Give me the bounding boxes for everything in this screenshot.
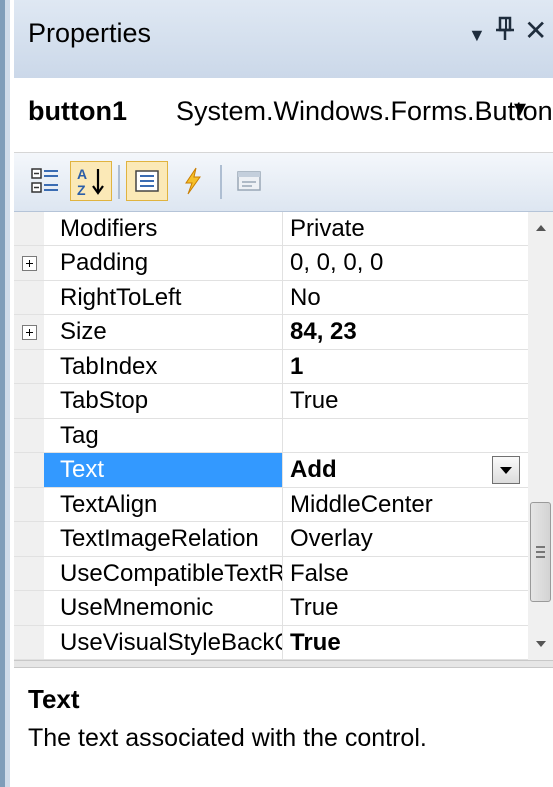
value-dropdown-button[interactable]: [492, 456, 520, 485]
events-icon: [185, 167, 201, 195]
property-name: TabStop: [60, 387, 149, 415]
property-row-modifiers[interactable]: Modifiers Private: [14, 212, 528, 247]
property-row-righttoleft[interactable]: RightToLeft No: [14, 280, 528, 316]
toolbar-separator: [220, 165, 222, 199]
property-value[interactable]: MiddleCenter: [286, 488, 528, 521]
property-value[interactable]: [286, 419, 528, 452]
property-name: Padding: [60, 249, 149, 277]
properties-toolbar: A Z: [14, 153, 553, 212]
property-name: Size: [60, 318, 107, 346]
svg-text:Z: Z: [77, 182, 86, 197]
property-name: UseMnemonic: [60, 594, 214, 622]
property-row-size[interactable]: Size 84, 23: [14, 315, 528, 350]
title-bar: Properties ▼ ✕: [14, 0, 553, 79]
property-name: TextAlign: [60, 490, 158, 518]
property-value[interactable]: True: [286, 384, 528, 417]
property-name: UseVisualStyleBackCo: [60, 628, 282, 656]
property-value[interactable]: 0, 0, 0, 0: [286, 246, 528, 279]
object-type: System.Windows.Forms.Button: [176, 96, 553, 126]
window-position-dropdown-icon[interactable]: ▼: [468, 18, 486, 52]
description-pane: Text The text associated with the contro…: [14, 668, 553, 787]
property-row-padding[interactable]: Padding 0, 0, 0, 0: [14, 246, 528, 281]
property-pages-icon: [237, 171, 261, 191]
property-name: Text: [44, 453, 282, 487]
property-row-usecompatibletextrendering[interactable]: UseCompatibleTextR False: [14, 556, 528, 592]
object-selector[interactable]: button1 System.Windows.Forms.Button ▾: [14, 78, 553, 153]
events-button[interactable]: [172, 161, 214, 201]
property-pages-button[interactable]: [228, 161, 270, 201]
property-row-text[interactable]: Text Add: [14, 453, 528, 488]
property-value[interactable]: Overlay: [286, 522, 528, 555]
alphabetical-button[interactable]: A Z: [70, 161, 112, 201]
property-row-usemnemonic[interactable]: UseMnemonic True: [14, 591, 528, 626]
property-grid-scrollbar[interactable]: [528, 212, 553, 660]
property-value[interactable]: 1: [286, 350, 528, 383]
property-value[interactable]: True: [286, 591, 528, 624]
object-selector-dropdown-icon[interactable]: ▾: [514, 94, 526, 123]
scroll-thumb[interactable]: [530, 502, 551, 602]
chevron-down-icon: [500, 467, 512, 475]
toolbar-separator: [118, 165, 120, 199]
property-row-usevisualstylebackco[interactable]: UseVisualStyleBackCo True: [14, 625, 528, 660]
auto-hide-pin-icon[interactable]: [494, 14, 516, 50]
scroll-down-arrow-icon[interactable]: [532, 634, 549, 654]
description-splitter[interactable]: [14, 660, 553, 668]
panel-title: Properties: [28, 18, 152, 48]
expand-icon[interactable]: [22, 325, 37, 341]
properties-window: Properties ▼ ✕ button1 System.Windows.Fo…: [0, 0, 553, 787]
description-title: Text: [28, 684, 80, 714]
property-value[interactable]: Private: [286, 212, 528, 245]
property-name: UseCompatibleTextR: [60, 559, 282, 587]
property-value[interactable]: True: [286, 626, 528, 659]
property-row-textalign[interactable]: TextAlign MiddleCenter: [14, 487, 528, 523]
property-row-tabindex[interactable]: TabIndex 1: [14, 349, 528, 385]
categorized-icon: [31, 168, 58, 193]
property-value[interactable]: 84, 23: [286, 315, 528, 348]
alphabetical-icon: A Z: [77, 166, 104, 197]
properties-button[interactable]: [126, 161, 168, 201]
close-icon[interactable]: ✕: [524, 14, 547, 48]
property-name: Tag: [60, 421, 99, 449]
description-text: The text associated with the control.: [28, 724, 427, 752]
window-border-inner: [5, 0, 10, 787]
object-name: button1: [28, 96, 127, 126]
properties-icon: [135, 170, 159, 192]
property-name: RightToLeft: [60, 283, 182, 311]
property-row-tag[interactable]: Tag: [14, 418, 528, 454]
property-row-tabstop[interactable]: TabStop True: [14, 384, 528, 419]
property-value[interactable]: No: [286, 281, 528, 314]
property-name: TabIndex: [60, 352, 158, 380]
categorized-button[interactable]: [24, 161, 66, 201]
property-grid: Modifiers Private Padding 0, 0, 0, 0 Rig…: [14, 212, 528, 660]
property-row-textimagerelation[interactable]: TextImageRelation Overlay: [14, 522, 528, 557]
property-value[interactable]: False: [286, 557, 528, 590]
scroll-up-arrow-icon[interactable]: [532, 218, 549, 238]
svg-text:A: A: [77, 166, 87, 182]
property-name: Modifiers: [60, 215, 158, 242]
property-name: TextImageRelation: [60, 525, 259, 553]
expand-icon[interactable]: [22, 256, 37, 272]
